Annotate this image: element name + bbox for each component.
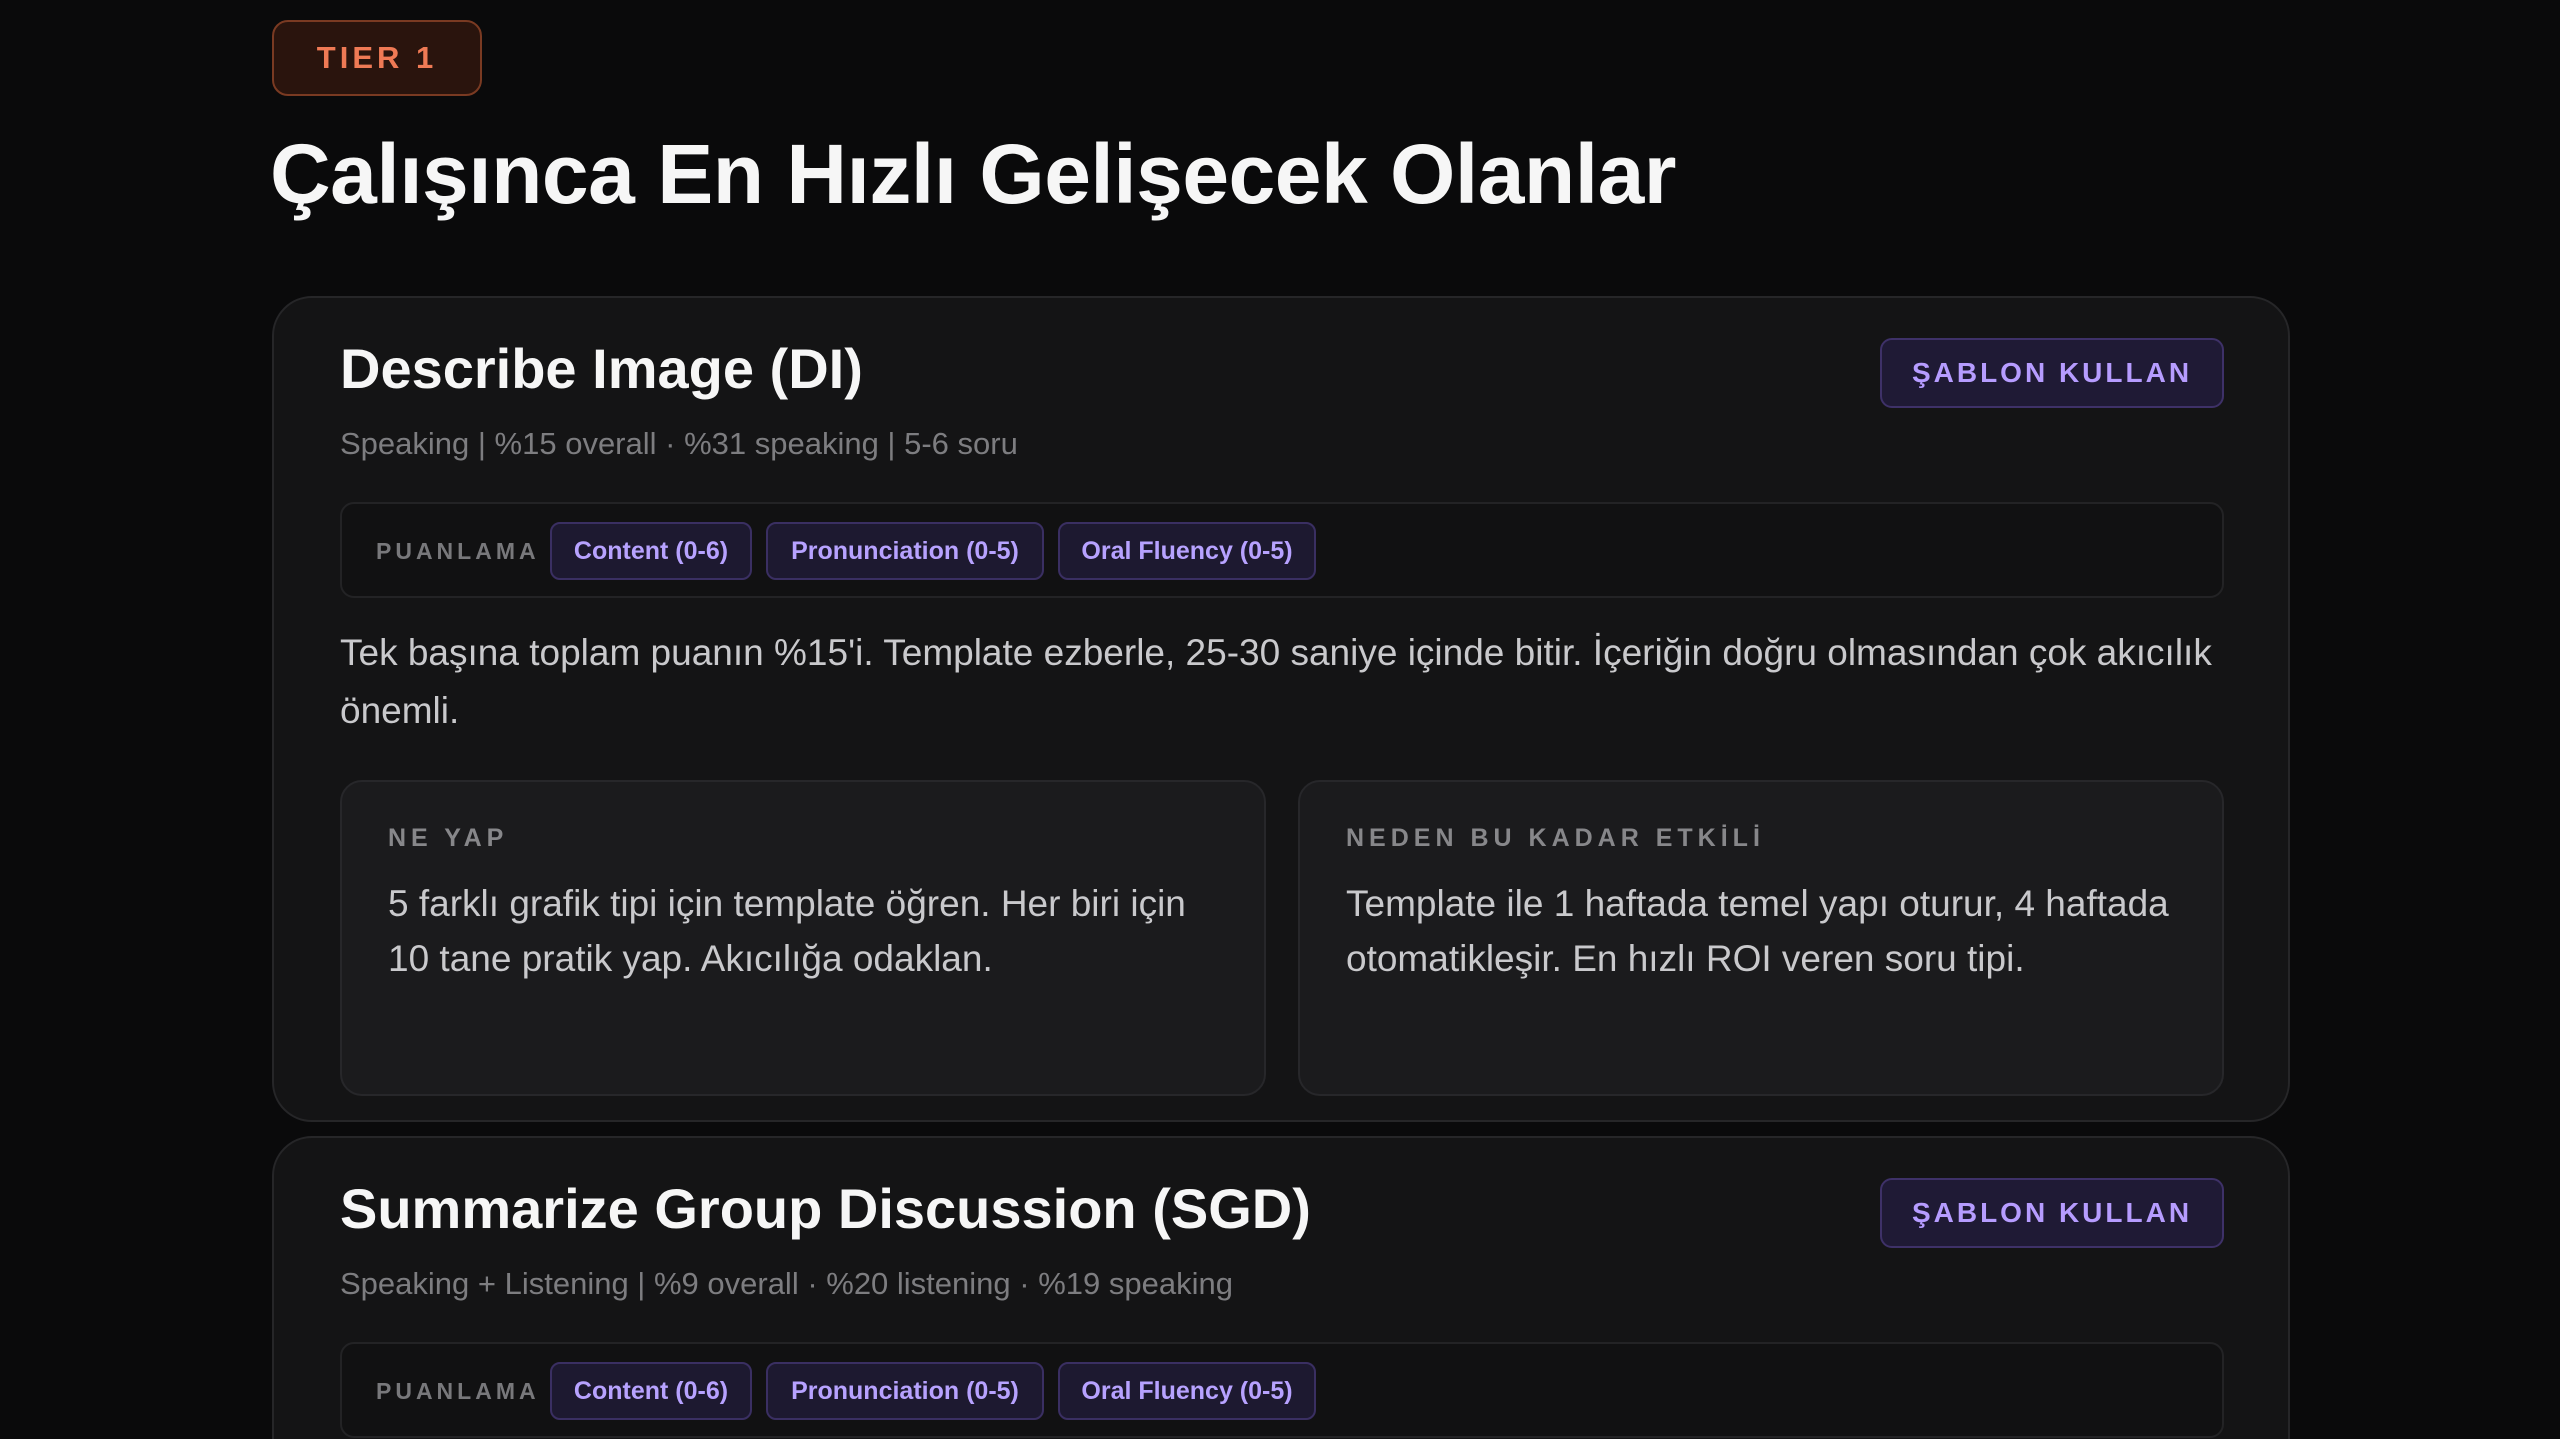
scoring-chip-oral-fluency: Oral Fluency (0-5) (1058, 1362, 1316, 1420)
use-template-button[interactable]: ŞABLON KULLAN (1880, 1178, 2224, 1248)
scoring-chip-oral-fluency: Oral Fluency (0-5) (1058, 522, 1316, 580)
scoring-chip-pronunciation: Pronunciation (0-5) (766, 522, 1044, 580)
card-title: Describe Image (DI) (340, 337, 863, 400)
what-to-do-heading: NE YAP (388, 824, 509, 852)
card-title: Summarize Group Discussion (SGD) (340, 1177, 1311, 1240)
what-to-do-box: NE YAP 5 farklı grafik tipi için templat… (340, 780, 1266, 1096)
scoring-bar: PUANLAMA Content (0-6) Pronunciation (0-… (340, 1342, 2224, 1438)
card-meta: Speaking | %15 overall · %31 speaking | … (340, 426, 1018, 461)
page: TIER 1 Çalışınca En Hızlı Gelişecek Olan… (0, 0, 2560, 1439)
why-effective-box: NEDEN BU KADAR ETKİLİ Template ile 1 haf… (1298, 780, 2224, 1096)
card-description: Tek başına toplam puanın %15'i. Template… (340, 632, 2212, 731)
question-type-card-di: Describe Image (DI) ŞABLON KULLAN Speaki… (272, 296, 2290, 1122)
why-effective-text: Template ile 1 haftada temel yapı oturur… (1346, 883, 2169, 979)
scoring-chip-content: Content (0-6) (550, 1362, 752, 1420)
scoring-label: PUANLAMA (376, 538, 540, 564)
scoring-bar: PUANLAMA Content (0-6) Pronunciation (0-… (340, 502, 2224, 598)
question-type-card-sgd: Summarize Group Discussion (SGD) ŞABLON … (272, 1136, 2290, 1439)
tier-badge: TIER 1 (272, 20, 482, 96)
what-to-do-text: 5 farklı grafik tipi için template öğren… (388, 883, 1186, 979)
scoring-chip-pronunciation: Pronunciation (0-5) (766, 1362, 1044, 1420)
page-title: Çalışınca En Hızlı Gelişecek Olanlar (270, 127, 1676, 221)
why-effective-heading: NEDEN BU KADAR ETKİLİ (1346, 824, 1765, 852)
use-template-button[interactable]: ŞABLON KULLAN (1880, 338, 2224, 408)
scoring-chip-content: Content (0-6) (550, 522, 752, 580)
card-meta: Speaking + Listening | %9 overall · %20 … (340, 1266, 1233, 1301)
scoring-label: PUANLAMA (376, 1378, 540, 1404)
